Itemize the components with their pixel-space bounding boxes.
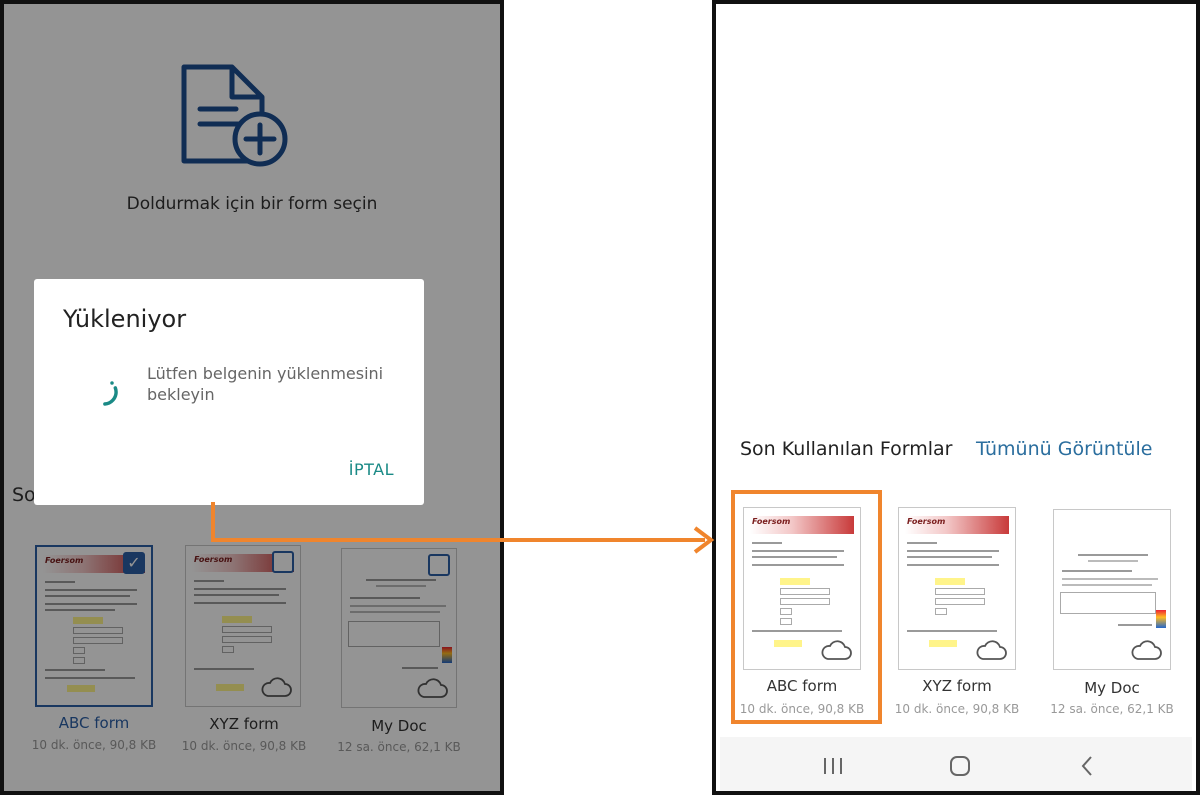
- cloud-icon: [1131, 640, 1162, 660]
- recent-forms-title: Son Kullanılan Formlar: [740, 438, 953, 460]
- form-thumbnail-mydoc[interactable]: [1053, 509, 1171, 670]
- home-icon[interactable]: [945, 754, 975, 778]
- cancel-button[interactable]: İPTAL: [349, 460, 394, 479]
- left-screen: Doldurmak için bir form seçin So Foersom…: [0, 0, 504, 795]
- form-name-xyz: XYZ form: [922, 677, 992, 695]
- form-thumbnail-xyz[interactable]: Foersom: [898, 507, 1016, 670]
- right-screen: Son Kullanılan Formlar Tümünü Görüntüle …: [712, 0, 1200, 795]
- loading-dialog: Yükleniyor Lütfen belgenin yüklenmesini …: [34, 279, 424, 505]
- form-meta-xyz: 10 dk. önce, 90,8 KB: [894, 702, 1020, 716]
- android-nav-bar: [720, 737, 1192, 791]
- dialog-title: Yükleniyor: [63, 305, 187, 333]
- dialog-message: Lütfen belgenin yüklenmesini bekleyin: [147, 364, 384, 404]
- form-logo: Foersom: [907, 517, 946, 526]
- loading-spinner-icon: [94, 381, 118, 406]
- cloud-icon: [976, 640, 1007, 660]
- form-name-mydoc: My Doc: [1084, 679, 1140, 697]
- recents-icon[interactable]: [818, 754, 848, 778]
- form-meta-mydoc: 12 sa. önce, 62,1 KB: [1050, 702, 1174, 716]
- view-all-link[interactable]: Tümünü Görüntüle: [976, 438, 1152, 460]
- back-icon[interactable]: [1072, 754, 1102, 778]
- callout-highlight: [731, 490, 882, 724]
